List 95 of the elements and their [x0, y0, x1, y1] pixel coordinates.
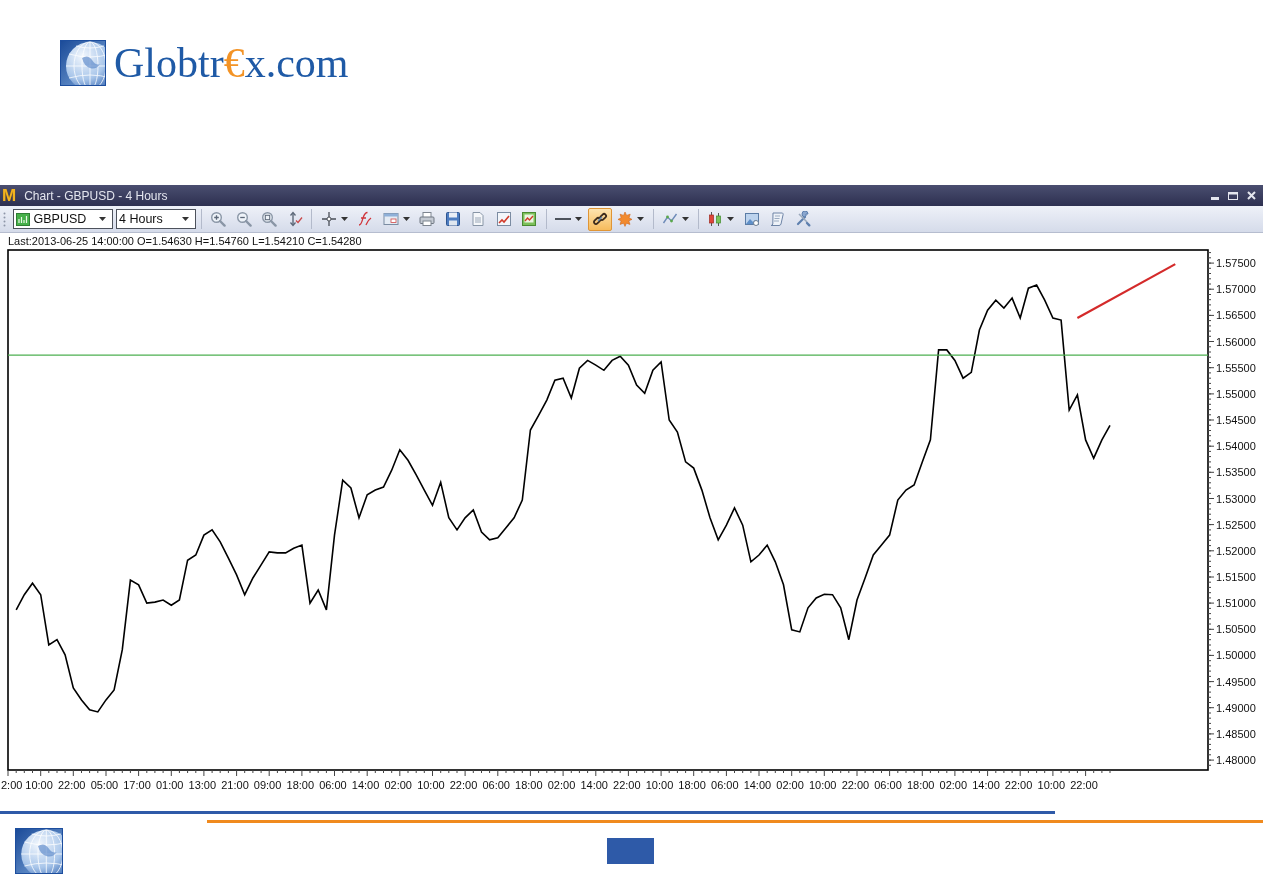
maximize-icon[interactable]: [1228, 191, 1238, 200]
save-icon: [444, 211, 461, 227]
axis-label: 10:00: [25, 779, 53, 791]
axis-label: 1.55000: [1216, 387, 1256, 400]
caret-icon: [182, 217, 189, 221]
axis-label: 02:00: [776, 779, 804, 791]
symbol-dropdown[interactable]: GBPUSD: [12, 209, 113, 229]
axis-label: 09:00: [253, 779, 282, 791]
ohlc-info: Last:2013-06-25 14:00:00 O=1.54630 H=1.54760 L=1.54210 C=1.54280: [7, 234, 363, 249]
axis-label: 1.49500: [1216, 675, 1256, 688]
axis-label: 1.54000: [1216, 440, 1256, 453]
caret-icon: [340, 217, 348, 221]
zoom-in-icon: [210, 211, 226, 227]
axis-label: 14:00: [972, 779, 1000, 791]
axis-label: 18:00: [286, 779, 315, 791]
axis-label: 06:00: [711, 779, 739, 791]
axis-label: 1.48500: [1216, 727, 1256, 740]
axis-label: 1.56000: [1216, 335, 1256, 348]
zoom-out-icon: [235, 211, 252, 227]
axis-label: 2:00: [1, 779, 23, 791]
globe-icon: [60, 40, 106, 86]
axis-label: 14:00: [580, 779, 608, 791]
axis-label: 22:00: [57, 779, 86, 791]
caret-icon: [682, 217, 689, 221]
logo-text: Globtr€x.com: [114, 40, 349, 86]
axis-label: 18:00: [678, 779, 706, 791]
curve-icon: [357, 211, 373, 227]
axis-label: 22:00: [449, 779, 478, 791]
axis-label: 02:00: [547, 779, 576, 791]
axis-label: 22:00: [613, 779, 641, 791]
axis-label: 10:00: [808, 779, 837, 791]
print-icon: [419, 211, 435, 227]
crosshair-icon: [320, 211, 337, 227]
axis-label: 1.52500: [1216, 518, 1256, 531]
axis-label: 1.55500: [1216, 361, 1256, 374]
chart-symbol-icon: [15, 212, 30, 226]
axis-label: 22:00: [1004, 779, 1033, 791]
axis-label: 1.48000: [1216, 754, 1256, 767]
axis-label: 22:00: [1070, 779, 1098, 791]
app-logo: M: [2, 185, 16, 206]
candlestick-icon: [707, 211, 723, 227]
magnifier-icon: [261, 211, 277, 227]
axis-label: 17:00: [123, 779, 151, 791]
axis-label: 02:00: [384, 779, 412, 791]
axis-label: 1.53500: [1216, 466, 1256, 479]
axis-label: 1.50500: [1216, 623, 1256, 636]
close-icon[interactable]: [1247, 191, 1256, 200]
axis-label: 1.56500: [1216, 309, 1256, 322]
scroll-icon: [769, 211, 785, 227]
axis-label: 1.51500: [1216, 571, 1256, 583]
caret-icon: [575, 217, 582, 221]
axis-label: 22:00: [841, 779, 870, 791]
axis-label: 02:00: [939, 779, 968, 791]
document-icon: [470, 211, 486, 227]
globe-icon: [15, 828, 63, 874]
axis-label: 10:00: [417, 779, 445, 791]
axis-label: 14:00: [743, 779, 772, 791]
page-marker-icon: [607, 838, 654, 864]
timeframe-dropdown[interactable]: 4 Hours: [116, 209, 196, 229]
axis-label: 1.52000: [1216, 544, 1256, 557]
window-title: Chart - GBPUSD - 4 Hours: [24, 188, 169, 203]
caret-icon: [98, 217, 106, 221]
grip-handle[interactable]: [3, 211, 6, 227]
line-icon: [555, 218, 571, 220]
axis-label: 1.57000: [1216, 283, 1256, 296]
tools-icon: [794, 211, 811, 227]
axis-label: 10:00: [645, 779, 674, 791]
axis-label: 1.50000: [1216, 649, 1256, 662]
minimize-icon[interactable]: [1211, 196, 1219, 200]
axis-label: 1.57500: [1216, 257, 1256, 270]
axis-label: 13:00: [188, 779, 217, 791]
axis-label: 21:00: [221, 779, 249, 791]
axis-label: 1.49000: [1216, 701, 1256, 714]
caret-icon: [402, 217, 410, 221]
axis-label: 1.54500: [1216, 414, 1256, 426]
line-chart-icon: [495, 211, 512, 227]
caret-icon: [637, 217, 644, 221]
axis-label: 14:00: [351, 779, 380, 791]
picture-icon: [743, 211, 760, 227]
axis-label: 18:00: [515, 779, 543, 791]
burst-icon: [617, 211, 633, 227]
axis-label: 05:00: [90, 779, 119, 791]
caret-icon: [727, 217, 734, 221]
window-icon: [382, 211, 399, 227]
axis-label: 01:00: [155, 779, 184, 791]
link-icon: [591, 211, 608, 227]
link-button[interactable]: [587, 207, 612, 231]
axis-label: 06:00: [319, 779, 347, 791]
axis-label: 18:00: [906, 779, 935, 791]
axis-label: 10:00: [1037, 779, 1066, 791]
axis-label: 06:00: [482, 779, 510, 791]
axis-label: 06:00: [874, 779, 902, 791]
axis-label: 1.51000: [1216, 597, 1256, 610]
axis-label: 1.53000: [1216, 492, 1256, 505]
chart-save-icon: [521, 211, 537, 227]
